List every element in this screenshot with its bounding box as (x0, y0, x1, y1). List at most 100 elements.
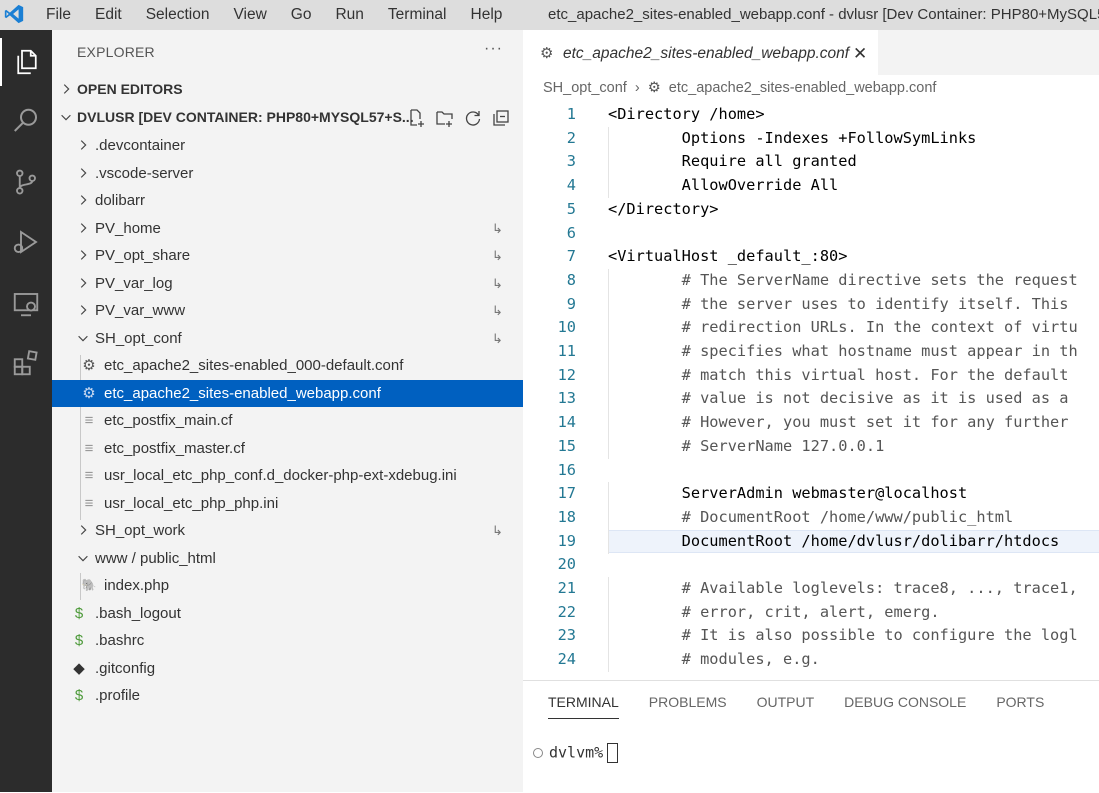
folder-item-vscode-server[interactable]: .vscode-server (52, 160, 523, 187)
remote-explorer-activity[interactable] (0, 280, 52, 328)
activity-bar (0, 30, 52, 792)
vscode-logo-icon (4, 4, 24, 24)
menu-edit[interactable]: Edit (83, 0, 134, 30)
search-icon (14, 108, 37, 132)
file-item-bash-logout[interactable]: $ .bash_logout (52, 600, 523, 627)
line-text: <VirtualHost _default_:80> (608, 247, 848, 266)
new-folder-icon[interactable] (435, 108, 455, 128)
run-debug-activity[interactable] (0, 218, 52, 266)
panel-tab-ports[interactable]: PORTS (996, 681, 1044, 723)
line-number: 5 (566, 199, 576, 218)
file-item-usr-local-etc-php-conf-d-docker-php-ext-xdebug-ini[interactable]: ≡ usr_local_etc_php_conf.d_docker-php-ext… (52, 462, 523, 489)
extensions-activity[interactable] (0, 339, 52, 387)
line-text: </Directory> (608, 199, 719, 218)
close-icon[interactable]: ✕ (853, 30, 867, 78)
terminal-prompt[interactable]: dvlvm% (533, 743, 619, 763)
file-item-etc-postfix-main-cf[interactable]: ≡ etc_postfix_main.cf (52, 407, 523, 434)
folder-item-pv-var-log[interactable]: PV_var_log ↳ (52, 270, 523, 297)
open-editors-section[interactable]: OPEN EDITORS (52, 76, 523, 103)
search-activity[interactable] (0, 97, 52, 145)
chevron-right-icon (63, 84, 70, 94)
line-text: # value is not decisive as it is used as… (608, 389, 1069, 408)
folder-item-www-public-html[interactable]: www / public_html (52, 545, 523, 572)
tree-item-label: .devcontainer (95, 137, 186, 154)
new-file-icon[interactable] (407, 108, 427, 128)
breadcrumb-folder[interactable]: SH_opt_conf (543, 80, 627, 96)
menu-go[interactable]: Go (279, 0, 324, 30)
editor-tab-active[interactable]: ⚙ etc_apache2_sites-enabled_webapp.conf … (523, 30, 878, 75)
line-text: <Directory /home> (608, 105, 765, 123)
menu-help[interactable]: Help (459, 0, 515, 30)
folder-item-sh-opt-work[interactable]: SH_opt_work ↳ (52, 517, 523, 544)
file-item-usr-local-etc-php-php-ini[interactable]: ≡ usr_local_etc_php_php.ini (52, 490, 523, 517)
line-number: 2 (566, 128, 576, 147)
explorer-activity[interactable] (0, 38, 52, 86)
tree-item-label: .gitconfig (95, 659, 156, 677)
file-item-etc-postfix-master-cf[interactable]: ≡ etc_postfix_master.cf (52, 435, 523, 462)
shell-file-icon: $ (74, 632, 84, 649)
source-control-activity[interactable] (0, 158, 52, 206)
prompt-text: dvlvm% (549, 743, 604, 762)
line-number: 7 (566, 247, 576, 266)
file-item-profile[interactable]: $ .profile (52, 682, 523, 709)
tree-item-label: index.php (104, 577, 170, 594)
code-line: 23 # It is also possible to configure th… (523, 624, 1099, 649)
line-text: # DocumentRoot /home/www/public_html (608, 507, 1014, 526)
symlink-icon: ↳ (492, 220, 503, 236)
line-text: Options -Indexes +FollowSymLinks (608, 128, 977, 147)
file-item-etc-apache2-sites-enabled-webapp-conf[interactable]: ⚙ etc_apache2_sites-enabled_webapp.conf (52, 379, 523, 407)
workspace-section[interactable]: DVLUSR [DEV CONTAINER: PHP80+MYSQL57+S..… (52, 104, 523, 131)
folder-item-sh-opt-conf[interactable]: SH_opt_conf ↳ (52, 325, 523, 352)
line-text: # It is also possible to configure the l… (608, 626, 1078, 645)
folder-item-dolibarr[interactable]: dolibarr (52, 187, 523, 214)
folder-item-devcontainer[interactable]: .devcontainer (52, 132, 523, 159)
folder-item-pv-var-www[interactable]: PV_var_www ↳ (52, 297, 523, 324)
line-text: # specifies what hostname must appear in… (608, 342, 1078, 360)
terminal-cursor (607, 743, 619, 763)
line-text: ServerAdmin webmaster@localhost (608, 484, 968, 503)
collapse-all-icon[interactable] (491, 108, 511, 128)
panel-tabs: TERMINAL PROBLEMS OUTPUT DEBUG CONSOLE PORTS (548, 681, 1074, 723)
code-line: 13 # value is not decisive as it is used… (523, 387, 1099, 412)
file-item-index-php[interactable]: 🐘 index.php (52, 572, 523, 599)
more-actions-icon[interactable]: ··· (484, 40, 503, 58)
line-number: 22 (557, 602, 576, 621)
line-text: # The ServerName directive sets the requ… (608, 270, 1078, 289)
tree-item-label: dolibarr (95, 192, 146, 209)
file-item-gitconfig[interactable]: ◆ .gitconfig (52, 655, 523, 682)
code-line: 1 <Directory /home> (523, 103, 1099, 127)
code-line: 4 AllowOverride All (523, 174, 1099, 199)
line-number: 20 (557, 555, 576, 574)
folder-item-pv-home[interactable]: PV_home ↳ (52, 215, 523, 242)
code-editor[interactable]: 1 <Directory /home> 2 Options -Indexes +Fo… (523, 103, 1099, 675)
file-item-etc-apache2-sites-enabled-000-default-conf[interactable]: ⚙ etc_apache2_sites-enabled_000-default.c… (52, 352, 523, 379)
tree-item-label: usr_local_etc_php_conf.d_docker-php-ext-… (104, 467, 457, 484)
line-number: 19 (557, 531, 576, 550)
menu-view[interactable]: View (221, 0, 278, 30)
git-file-icon: ◆ (73, 659, 85, 677)
chevron-right-icon (80, 140, 87, 150)
code-line: 6 (523, 222, 1099, 246)
gear-file-icon: ⚙ (540, 45, 554, 62)
panel-tab-terminal[interactable]: TERMINAL (548, 681, 619, 723)
menu-file[interactable]: File (34, 0, 83, 30)
refresh-icon[interactable] (463, 108, 483, 128)
code-line: 7 <VirtualHost _default_:80> (523, 245, 1099, 269)
bottom-panel: TERMINAL PROBLEMS OUTPUT DEBUG CONSOLE PORTS… (523, 680, 1099, 793)
tree-item-label: www / public_html (95, 549, 216, 567)
file-item-bashrc[interactable]: $ .bashrc (52, 627, 523, 654)
breadcrumb-file[interactable]: etc_apache2_sites-enabled_webapp.conf (669, 80, 937, 96)
folder-item-pv-opt-share[interactable]: PV_opt_share ↳ (52, 242, 523, 269)
menu-run[interactable]: Run (323, 0, 375, 30)
menu-terminal[interactable]: Terminal (376, 0, 459, 30)
panel-tab-output[interactable]: OUTPUT (757, 681, 815, 723)
text-file-icon: ≡ (84, 439, 94, 457)
run-debug-icon (13, 230, 38, 254)
menu-selection[interactable]: Selection (134, 0, 222, 30)
symlink-icon: ↳ (492, 275, 503, 291)
line-text: # match this virtual host. For the defau… (608, 365, 1069, 384)
panel-tab-debug-console[interactable]: DEBUG CONSOLE (844, 681, 966, 723)
line-text: # modules, e.g. (608, 650, 820, 669)
panel-tab-problems[interactable]: PROBLEMS (649, 681, 727, 723)
chevron-down-icon (61, 114, 71, 121)
